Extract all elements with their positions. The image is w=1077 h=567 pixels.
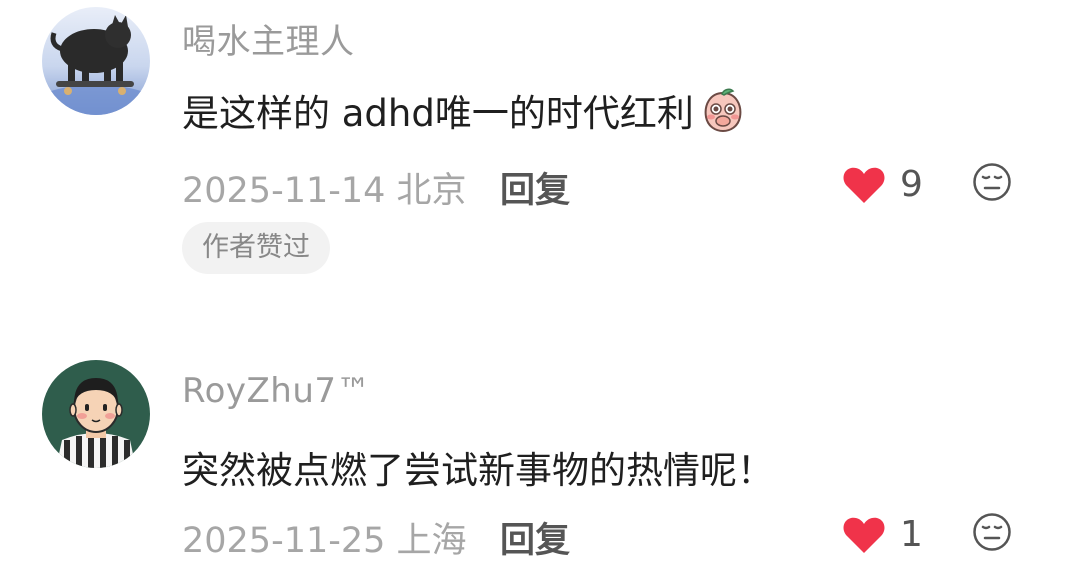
dislike-button[interactable] (972, 162, 1012, 202)
comment-item: 喝水主理人 是这样的 adhd唯一的时代红利 2025-11-14 北京 回复 … (0, 0, 1077, 300)
author-liked-badge: 作者赞过 (182, 222, 330, 274)
comment-text: 是这样的 adhd唯一的时代红利 (182, 83, 746, 137)
reply-button[interactable]: 回复 (500, 162, 570, 213)
peach-shy-sticker-icon (704, 88, 742, 133)
comment-meta-row: 2025-11-14 北京 回复 9 (182, 162, 1022, 211)
like-button[interactable]: 9 (842, 164, 923, 205)
comment-meta-row: 2025-11-25 上海 回复 1 (182, 512, 1022, 561)
like-count: 1 (900, 514, 923, 555)
user-avatar[interactable] (42, 7, 150, 115)
comment-text-body: 是这样的 adhd唯一的时代红利 (182, 92, 694, 135)
user-avatar[interactable] (42, 360, 150, 468)
comment-text: 突然被点燃了尝试新事物的热情呢！ (182, 440, 774, 494)
meh-face-icon (973, 163, 1011, 201)
heart-icon (843, 517, 885, 553)
cat-on-skateboard-icon (42, 7, 150, 115)
username[interactable]: RoyZhu7™ (182, 371, 371, 411)
reply-button[interactable]: 回复 (500, 512, 570, 563)
cartoon-footballer-icon (42, 360, 150, 468)
comment-text-body: 突然被点燃了尝试新事物的热情呢！ (182, 449, 774, 492)
meh-face-icon (973, 513, 1011, 551)
comment-item: RoyZhu7™ 突然被点燃了尝试新事物的热情呢！ 2025-11-25 上海 … (0, 355, 1077, 567)
dislike-button[interactable] (972, 512, 1012, 552)
username[interactable]: 喝水主理人 (182, 14, 355, 63)
comment-date-location: 2025-11-14 北京 (182, 171, 467, 211)
like-count: 9 (900, 164, 923, 205)
like-button[interactable]: 1 (842, 514, 923, 555)
heart-icon (843, 167, 885, 203)
comment-date-location: 2025-11-25 上海 (182, 521, 467, 561)
